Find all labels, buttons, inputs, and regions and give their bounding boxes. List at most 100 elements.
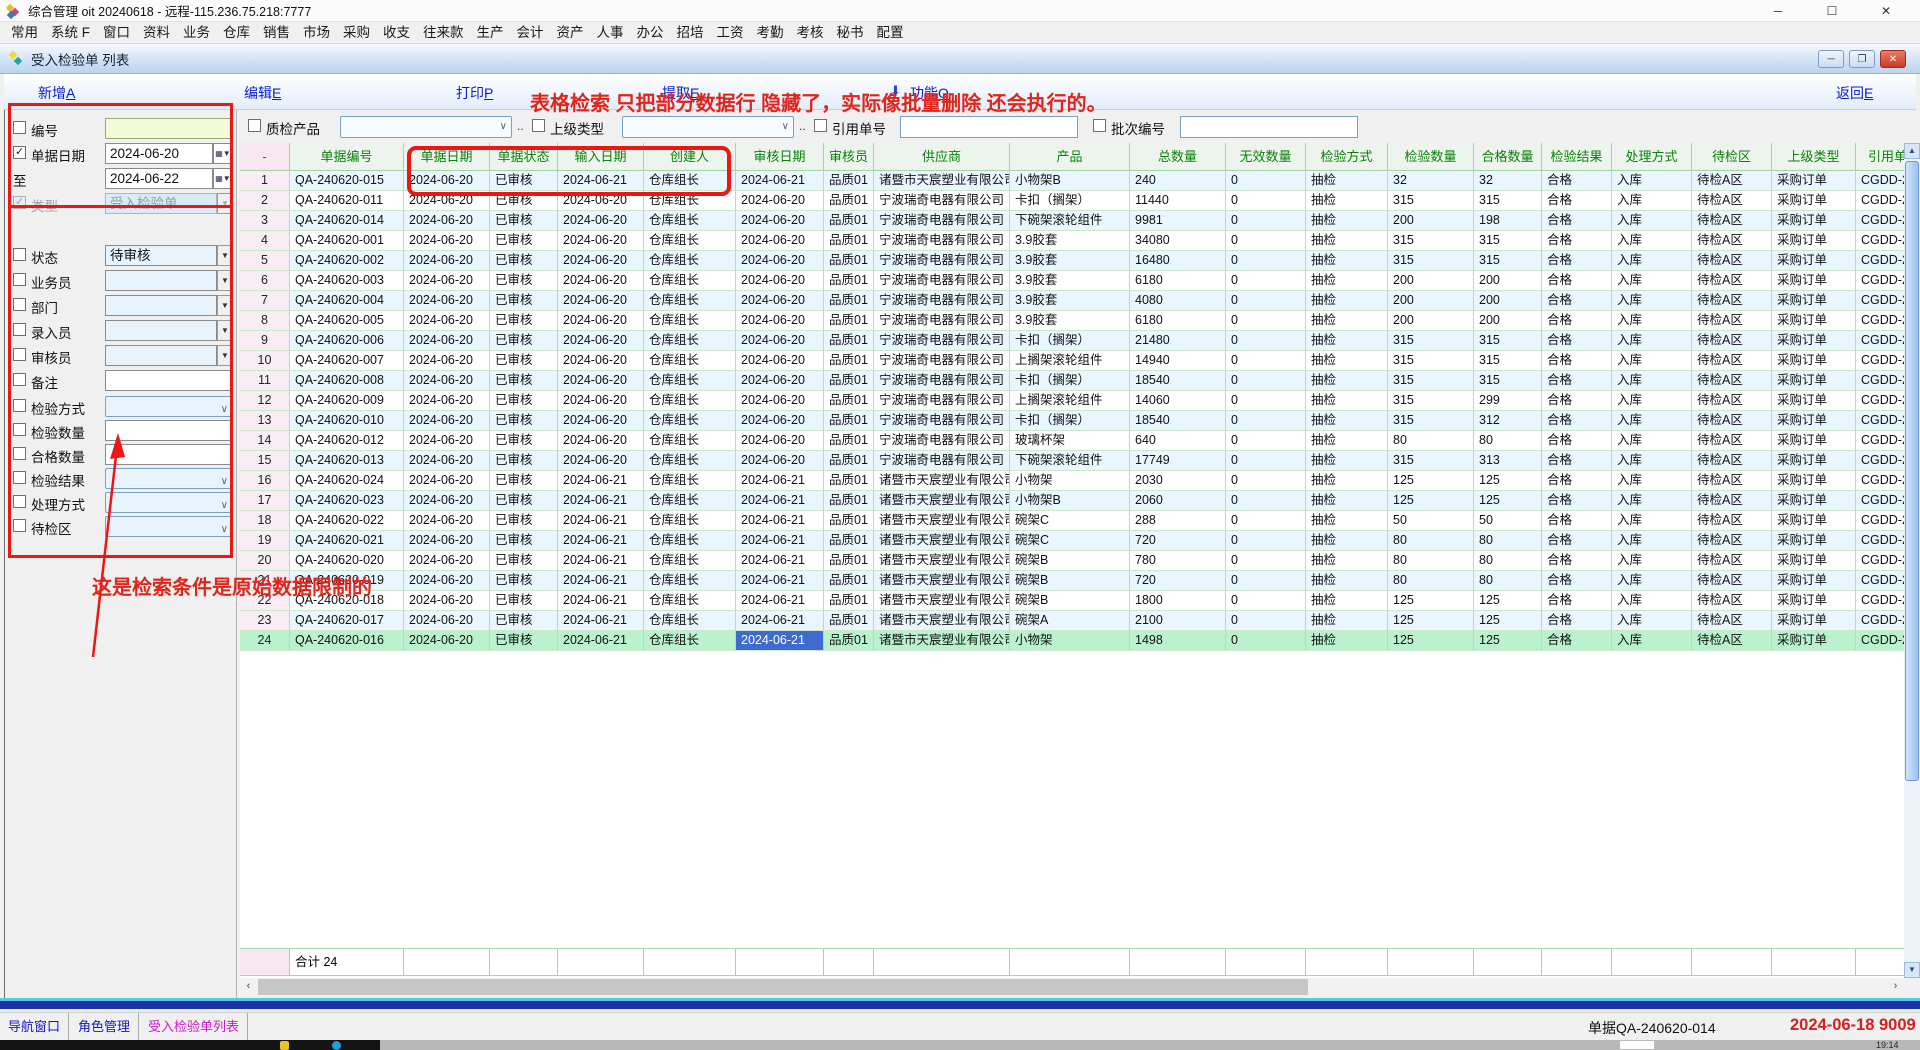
table-cell[interactable]: 抽检 [1306,171,1388,191]
table-cell[interactable]: 0 [1226,191,1306,211]
table-cell[interactable]: 抽检 [1306,531,1388,551]
table-cell[interactable]: 299 [1474,391,1542,411]
table-cell[interactable]: 待检A区 [1692,411,1772,431]
table-cell[interactable]: 抽检 [1306,351,1388,371]
table-cell[interactable]: 仓库组长 [644,451,736,471]
table-cell[interactable]: 已审核 [490,411,558,431]
table-cell[interactable]: 240 [1130,171,1226,191]
table-cell[interactable]: 品质01 [824,311,874,331]
column-header[interactable]: 产品 [1010,143,1130,171]
table-cell[interactable]: 3.9胶套 [1010,311,1130,331]
table-cell[interactable]: 已审核 [490,271,558,291]
table-cell[interactable]: 已审核 [490,251,558,271]
table-cell[interactable]: 32 [1388,171,1474,191]
chevron-down-icon[interactable]: ▼ [217,270,233,291]
table-cell[interactable]: 2024-06-21 [558,611,644,631]
table-cell[interactable]: 200 [1474,271,1542,291]
batch-no-checkbox[interactable] [1093,119,1106,132]
upper-type-checkbox[interactable] [532,119,545,132]
checkbox[interactable] [13,248,26,261]
row-number-cell[interactable]: 19 [240,531,290,551]
menu-item-13[interactable]: 资产 [552,22,589,43]
filter-input[interactable] [105,444,233,465]
table-cell[interactable]: 3.9胶套 [1010,291,1130,311]
table-cell[interactable]: 2024-06-20 [404,171,490,191]
checkbox[interactable] [13,323,26,336]
table-cell[interactable]: 2024-06-21 [558,631,644,651]
row-number-cell[interactable]: 4 [240,231,290,251]
table-cell[interactable]: 待检A区 [1692,311,1772,331]
horizontal-scrollbar[interactable]: ‹ › [240,978,1904,996]
menu-item-4[interactable]: 业务 [178,22,215,43]
table-cell[interactable]: 0 [1226,491,1306,511]
table-cell[interactable]: 11440 [1130,191,1226,211]
table-cell[interactable]: 2024-06-21 [736,551,824,571]
table-cell[interactable]: QA-240620-016 [290,631,404,651]
table-cell[interactable]: 仓库组长 [644,191,736,211]
table-cell[interactable]: 2024-06-20 [404,351,490,371]
table-cell[interactable]: 宁波瑞奇电器有限公司 [874,351,1010,371]
table-cell[interactable]: 0 [1226,291,1306,311]
checkbox[interactable] [13,447,26,460]
table-cell[interactable]: 抽检 [1306,411,1388,431]
menu-item-11[interactable]: 生产 [472,22,509,43]
table-cell[interactable]: 采购订单 [1772,491,1856,511]
table-cell[interactable]: 32 [1474,171,1542,191]
table-cell[interactable]: 诸暨市天宸塑业有限公司 [874,631,1010,651]
column-header[interactable]: 上级类型 [1772,143,1856,171]
table-cell[interactable]: 宁波瑞奇电器有限公司 [874,391,1010,411]
checkbox[interactable] [13,298,26,311]
menu-item-6[interactable]: 销售 [258,22,295,43]
table-cell[interactable]: 入库 [1612,451,1692,471]
filter-combo[interactable] [105,320,217,341]
table-cell[interactable]: 2024-06-21 [736,511,824,531]
table-cell[interactable]: 2024-06-20 [736,411,824,431]
table-cell[interactable]: 2024-06-21 [736,591,824,611]
table-cell[interactable]: 315 [1388,251,1474,271]
table-cell[interactable]: 21480 [1130,331,1226,351]
column-header[interactable]: 待检区 [1692,143,1772,171]
table-cell[interactable]: 3.9胶套 [1010,231,1130,251]
nav-window-tab[interactable]: 导航窗口 [0,1013,69,1040]
table-row[interactable]: 7QA-240620-0042024-06-20已审核2024-06-20仓库组… [240,291,1920,311]
table-cell[interactable]: 125 [1388,631,1474,651]
table-cell[interactable]: 2024-06-20 [558,371,644,391]
column-header[interactable]: 总数量 [1130,143,1226,171]
table-cell[interactable]: QA-240620-004 [290,291,404,311]
table-cell[interactable]: 待检A区 [1692,171,1772,191]
table-cell[interactable]: 采购订单 [1772,611,1856,631]
table-cell[interactable]: 125 [1388,611,1474,631]
table-cell[interactable]: 待检A区 [1692,471,1772,491]
table-row[interactable]: 3QA-240620-0142024-06-20已审核2024-06-20仓库组… [240,211,1920,231]
table-cell[interactable]: 诸暨市天宸塑业有限公司 [874,531,1010,551]
filter-combo[interactable] [105,345,217,366]
table-cell[interactable]: 200 [1388,311,1474,331]
table-cell[interactable]: 品质01 [824,371,874,391]
table-row[interactable]: 13QA-240620-0102024-06-20已审核2024-06-20仓库… [240,411,1920,431]
table-cell[interactable]: 小物架B [1010,171,1130,191]
table-cell[interactable]: 2024-06-21 [736,631,824,651]
table-cell[interactable]: 合格 [1542,311,1612,331]
column-header[interactable]: 处理方式 [1612,143,1692,171]
checkbox[interactable] [13,399,26,412]
table-cell[interactable]: 采购订单 [1772,291,1856,311]
table-cell[interactable]: 采购订单 [1772,571,1856,591]
qc-product-checkbox[interactable] [248,119,261,132]
row-number-cell[interactable]: 15 [240,451,290,471]
table-cell[interactable]: 品质01 [824,551,874,571]
table-cell[interactable]: 50 [1388,511,1474,531]
qc-product-combo[interactable]: ∨ [340,116,512,138]
table-cell[interactable]: 已审核 [490,231,558,251]
table-cell[interactable]: 125 [1474,611,1542,631]
filter-combo[interactable]: 待审核 [105,245,217,266]
table-cell[interactable]: 2024-06-20 [404,311,490,331]
row-number-cell[interactable]: 3 [240,211,290,231]
table-cell[interactable]: 诸暨市天宸塑业有限公司 [874,471,1010,491]
table-row[interactable]: 5QA-240620-0022024-06-20已审核2024-06-20仓库组… [240,251,1920,271]
checkbox[interactable] [13,519,26,532]
table-cell[interactable]: 2060 [1130,491,1226,511]
table-cell[interactable]: 卡扣（搁架） [1010,371,1130,391]
table-cell[interactable]: 抽检 [1306,371,1388,391]
table-cell[interactable]: 卡扣（搁架） [1010,191,1130,211]
row-number-cell[interactable]: 11 [240,371,290,391]
